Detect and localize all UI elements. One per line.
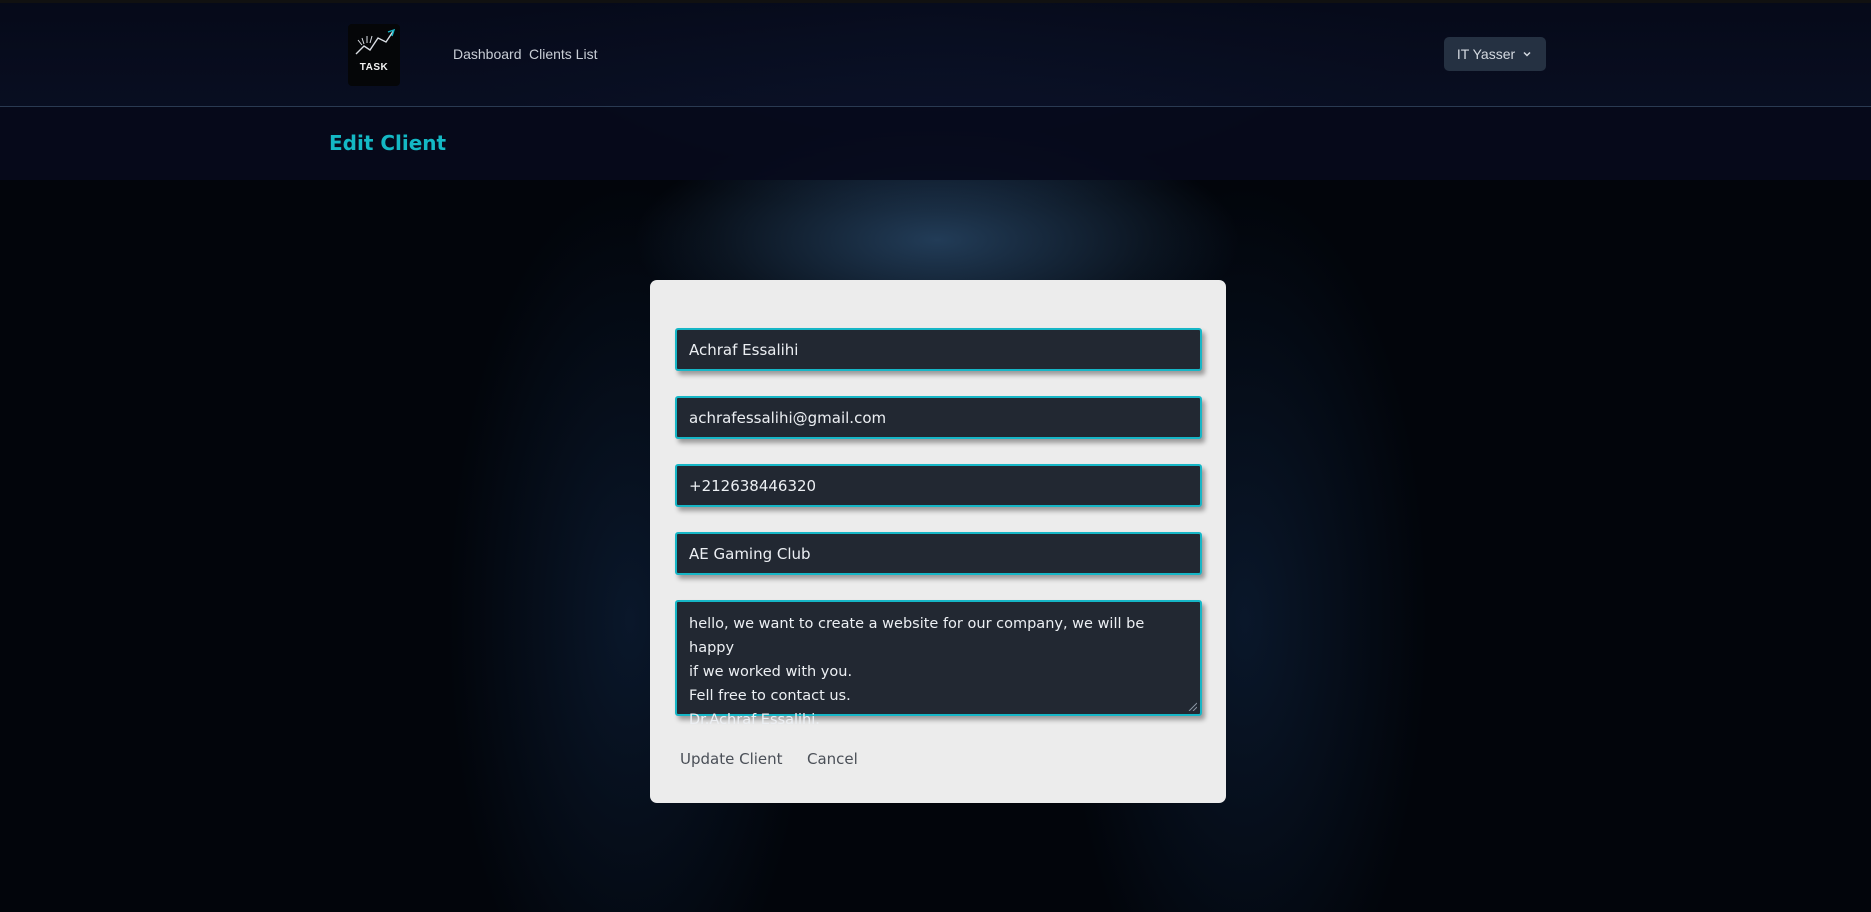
page-header: [0, 107, 1871, 180]
user-menu-label: IT Yasser: [1456, 46, 1516, 62]
name-input[interactable]: Achraf Essalihi: [675, 328, 1202, 371]
message-line: Dr.Achraf Essalihi.: [689, 712, 820, 728]
message-textarea[interactable]: hello, we want to create a website for o…: [675, 600, 1202, 728]
edit-client-card: Achraf Essalihi achrafessalihi@gmail.com…: [650, 280, 1226, 803]
update-client-button[interactable]: Update Client: [680, 750, 783, 768]
email-input[interactable]: achrafessalihi@gmail.com: [675, 396, 1202, 439]
logo-text: TASK: [359, 62, 389, 73]
top-navbar: TASK Dashboard Clients List IT Yasser: [0, 0, 1871, 107]
page-title: Edit Client: [329, 131, 447, 155]
cancel-button[interactable]: Cancel: [807, 750, 858, 768]
logo-graph-icon: [355, 28, 396, 55]
message-line: Fell free to contact us.: [689, 688, 851, 704]
user-menu-button[interactable]: IT Yasser: [1444, 37, 1546, 71]
nav-link-dashboard[interactable]: Dashboard: [453, 46, 522, 62]
resize-handle-icon[interactable]: [1187, 701, 1197, 711]
app-logo[interactable]: TASK: [348, 24, 400, 86]
chevron-down-icon: [1523, 51, 1531, 57]
nav-link-clients-list[interactable]: Clients List: [529, 46, 597, 62]
company-input[interactable]: AE Gaming Club: [675, 532, 1202, 575]
message-line: hello, we want to create a website for o…: [689, 616, 1149, 656]
message-line: if we worked with you.: [689, 664, 853, 680]
phone-input[interactable]: +212638446320: [675, 464, 1202, 507]
nav-top-border: [0, 0, 1871, 3]
